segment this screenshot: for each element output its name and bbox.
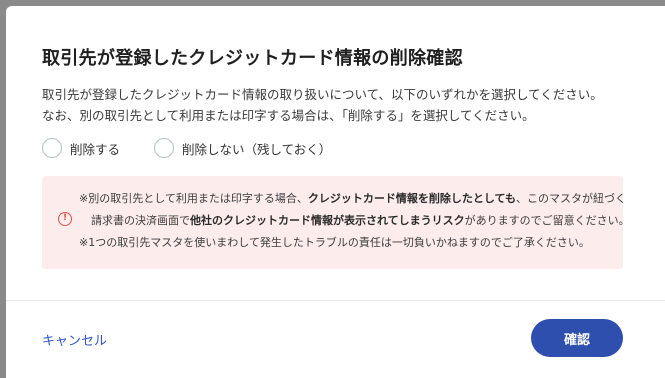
warning-line-1-strong: クレジットカード情報を削除したとしても	[307, 192, 517, 205]
warning-line-2: 請求書の決済画面で他社のクレジットカード情報が表示されてしまうリスクがありますの…	[79, 210, 630, 232]
option-delete-label[interactable]: 削除する	[70, 139, 120, 158]
cancel-link[interactable]: キャンセル	[42, 330, 107, 349]
option-keep-radio[interactable]: 削除しない（残しておく）	[154, 138, 331, 158]
warning-line-1-a: ※別の取引先として利用または印字する場合、	[79, 192, 308, 205]
option-delete-radio[interactable]: 削除する	[42, 138, 120, 158]
warning-line-1: ※別の取引先として利用または印字する場合、クレジットカード情報を削除したとしても…	[79, 188, 630, 210]
warning-line-2-c: がありますのでご留意ください。	[464, 214, 630, 227]
radio-circle-icon[interactable]	[154, 138, 175, 158]
delete-confirmation-dialog: 取引先が登録したクレジットカード情報の削除確認 取引先が登録したクレジットカード…	[6, 6, 665, 378]
warning-line-1-c: 、このマスタが紐づく	[516, 192, 627, 205]
warning-text: ※別の取引先として利用または印字する場合、クレジットカード情報を削除したとしても…	[79, 188, 630, 254]
warning-line-2-strong: 他社のクレジットカード情報が表示されてしまうリスク	[190, 214, 465, 227]
confirm-button[interactable]: 確認	[531, 319, 623, 357]
warning-line-2-a: 請求書の決済画面で	[91, 214, 190, 227]
dialog-description: 取引先が登録したクレジットカード情報の取り扱いについて、以下のいずれかを選択して…	[42, 84, 603, 126]
dialog-title: 取引先が登録したクレジットカード情報の削除確認	[42, 48, 463, 69]
delete-option-group: 削除する 削除しない（残しておく）	[42, 138, 365, 158]
exclamation-circle-icon: !	[58, 212, 72, 226]
radio-circle-icon[interactable]	[42, 138, 62, 158]
description-line-2: なお、別の取引先として利用または印字する場合は、「削除する」を選択してください。	[42, 108, 535, 123]
footer-divider	[6, 300, 665, 301]
description-line-1: 取引先が登録したクレジットカード情報の取り扱いについて、以下のいずれかを選択して…	[42, 87, 603, 102]
option-keep-label[interactable]: 削除しない（残しておく）	[182, 139, 331, 158]
warning-line-3: ※1つの取引先マスタを使いまわして発生したトラブルの責任は一切負いかねますのでご…	[79, 236, 590, 249]
warning-alert: ! ※別の取引先として利用または印字する場合、クレジットカード情報を削除したとし…	[42, 176, 630, 269]
